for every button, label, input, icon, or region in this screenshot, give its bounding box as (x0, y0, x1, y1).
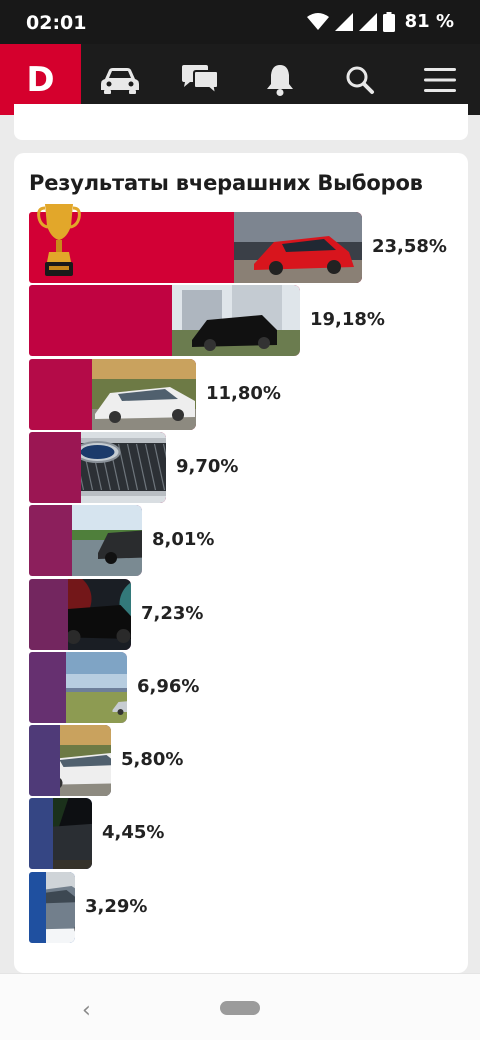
signal-icon-2 (358, 12, 377, 31)
result-percentage: 9,70% (176, 456, 239, 477)
dark-suv-photo (72, 505, 142, 576)
grey-hatchback-photo (46, 872, 75, 943)
result-percentage: 6,96% (137, 676, 200, 697)
result-percentage: 19,18% (310, 309, 385, 330)
result-row: 4,45% (29, 798, 469, 869)
night-car-photo (53, 798, 92, 869)
result-row: 6,96% (29, 652, 469, 723)
result-bar[interactable] (29, 652, 127, 723)
result-row: 7,23% (29, 579, 469, 650)
grille-photo (81, 432, 166, 503)
white-sedan-photo (92, 359, 196, 430)
previous-card (14, 104, 468, 140)
result-percentage: 5,80% (121, 749, 184, 770)
car-icon[interactable] (98, 58, 142, 102)
result-percentage: 4,45% (102, 822, 165, 843)
battery-percent: 81 % (404, 11, 454, 32)
back-button[interactable]: ‹ (82, 998, 91, 1023)
red-hatchback-photo (234, 212, 362, 283)
result-bar[interactable] (29, 285, 300, 356)
signal-icon (334, 12, 353, 31)
bell-icon[interactable] (258, 58, 302, 102)
result-row: 9,70% (29, 432, 469, 503)
white-sedan-photo (60, 725, 111, 796)
result-bar[interactable] (29, 359, 196, 430)
result-row: 5,80% (29, 725, 469, 796)
result-bar[interactable] (29, 579, 131, 650)
card-title: Результаты вчерашних Выборов (29, 171, 423, 195)
system-navigation-bar: ‹ (0, 973, 480, 1040)
status-bar: 02:01 81 % (0, 0, 480, 44)
battery-icon (382, 11, 395, 32)
result-bar[interactable] (29, 505, 142, 576)
result-row: 19,18% (29, 285, 469, 356)
result-row: 11,80% (29, 359, 469, 430)
result-percentage: 11,80% (206, 383, 281, 404)
result-bar[interactable] (29, 432, 166, 503)
result-bar[interactable] (29, 725, 111, 796)
election-results-card: Результаты вчерашних Выборов 23,58% 19,18… (14, 153, 468, 973)
black-suv-photo (68, 579, 131, 650)
result-bar[interactable] (29, 872, 75, 943)
wifi-icon (306, 12, 329, 30)
result-row: 3,29% (29, 872, 469, 943)
landscape-photo (66, 652, 127, 723)
status-icons: 81 % (306, 11, 454, 32)
result-percentage: 23,58% (372, 236, 447, 257)
result-percentage: 7,23% (141, 603, 204, 624)
search-icon[interactable] (338, 58, 382, 102)
menu-icon[interactable] (418, 58, 462, 102)
status-time: 02:01 (26, 12, 87, 34)
result-row: 23,58% (29, 204, 469, 283)
result-percentage: 3,29% (85, 896, 148, 917)
result-bar[interactable] (29, 798, 92, 869)
result-row: 8,01% (29, 505, 469, 576)
trophy-icon (37, 200, 81, 282)
black-sedan-photo (172, 285, 300, 356)
chat-icon[interactable] (178, 58, 222, 102)
home-button[interactable] (220, 1001, 260, 1015)
result-percentage: 8,01% (152, 529, 215, 550)
